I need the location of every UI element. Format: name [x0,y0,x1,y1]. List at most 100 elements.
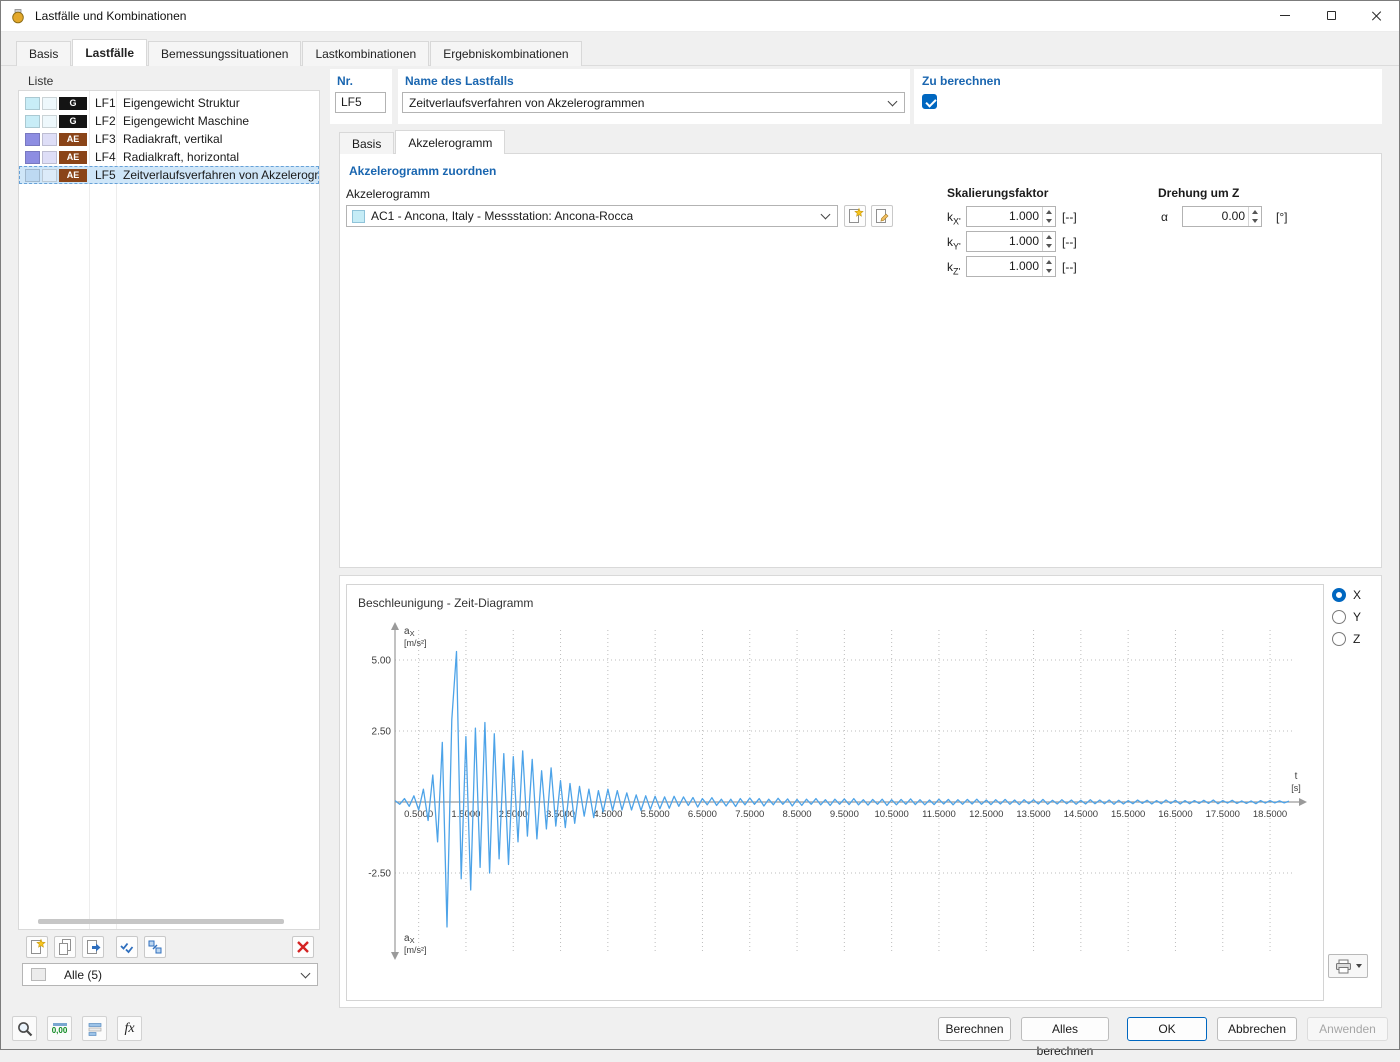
subtab-basis[interactable]: Basis [339,132,394,154]
scaling-title: Skalierungsfaktor [947,186,1048,200]
list-filter-dropdown[interactable]: Alle (5) [22,963,318,986]
new-load-case-button[interactable] [26,936,48,958]
spinner-arrows-icon[interactable] [1248,207,1261,226]
svg-text:aX: aX [404,626,415,638]
alpha-value[interactable]: 0.00 [1183,207,1248,226]
radio-button-icon [1332,632,1346,646]
svg-text:[m/s²]: [m/s²] [404,638,427,648]
category-badge: AE [59,133,87,146]
anwenden-button[interactable]: Anwenden [1307,1017,1388,1041]
color-swatch-icon [25,169,40,182]
renumber-icon [146,938,164,956]
svg-text:15.5000: 15.5000 [1111,809,1145,820]
minimize-button[interactable] [1262,0,1308,32]
nr-card: Nr. LF5 [330,69,392,124]
maximize-button[interactable] [1308,0,1354,32]
alpha-label: α [1161,210,1168,224]
horizontal-scrollbar[interactable] [23,918,315,924]
delete-load-case-button[interactable] [292,936,314,958]
ky-spinner[interactable]: 1.000 [966,231,1056,252]
load-case-id: LF1 [95,96,116,110]
close-button[interactable] [1354,0,1400,32]
new-accelerogram-button[interactable] [844,205,866,227]
list-item-lf2[interactable]: G LF2 Eigengewicht Maschine [19,112,319,130]
name-combo[interactable]: Zeitverlaufsverfahren von Akzelerogramme… [402,92,905,113]
decimal-places-button[interactable]: 0,00 [47,1016,72,1041]
units-settings-button[interactable] [82,1016,107,1041]
alles-berechnen-button[interactable]: Alles berechnen [1021,1017,1109,1041]
radio-axis-y[interactable]: Y [1332,610,1361,624]
chart-panel: Beschleunigung - Zeit-Diagramm 0.50001.5… [339,575,1382,1008]
nr-label: Nr. [337,74,353,88]
maximize-icon [1327,11,1336,20]
list-column-divider [116,91,117,929]
svg-text:5.5000: 5.5000 [641,809,670,820]
tab-basis[interactable]: Basis [16,41,71,66]
insert-icon [84,938,102,956]
color-swatch-icon [25,133,40,146]
svg-text:[m/s²]: [m/s²] [404,945,427,955]
tab-lastkombinationen[interactable]: Lastkombinationen [302,41,429,66]
chart-plot: 0.50001.50002.50003.50004.50005.50006.50… [347,585,1323,1000]
berechnen-button[interactable]: Berechnen [938,1017,1011,1041]
kx-spinner[interactable]: 1.000 [966,206,1056,227]
load-case-id: LF4 [95,150,116,164]
decimal-places-label: 0,00 [52,1027,68,1035]
spinner-arrows-icon[interactable] [1042,257,1055,276]
search-icon [16,1020,34,1038]
spinner-arrows-icon[interactable] [1042,232,1055,251]
category-badge: G [59,97,87,110]
spinner-arrows-icon[interactable] [1042,207,1055,226]
calc-checkbox[interactable] [922,94,937,109]
copy-load-case-button[interactable] [54,936,76,958]
tab-bemessungssituationen[interactable]: Bemessungssituationen [148,41,301,66]
category-badge: G [59,115,87,128]
alpha-unit: [°] [1276,210,1287,224]
renumber-button[interactable] [144,936,166,958]
print-chart-button[interactable] [1328,954,1368,978]
svg-text:7.5000: 7.5000 [735,809,764,820]
ok-button[interactable]: OK [1127,1017,1207,1041]
kx-value[interactable]: 1.000 [967,207,1042,226]
kx-label: kX' [947,210,961,226]
double-check-icon [118,938,136,956]
search-settings-button[interactable] [12,1016,37,1041]
tab-ergebniskombinationen[interactable]: Ergebniskombinationen [430,41,581,66]
nr-field[interactable]: LF5 [335,92,386,113]
radio-button-icon [1332,588,1346,602]
subtab-akzelerogramm[interactable]: Akzelerogramm [395,130,505,154]
list-item-lf4[interactable]: AE LF4 Radialkraft, horizontal [19,148,319,166]
color-swatch-icon [42,133,57,146]
color-swatch-icon [25,115,40,128]
svg-text:6.5000: 6.5000 [688,809,717,820]
calc-label: Zu berechnen [922,74,1001,88]
radio-axis-z[interactable]: Z [1332,632,1360,646]
ky-value[interactable]: 1.000 [967,232,1042,251]
radio-axis-x[interactable]: X [1332,588,1361,602]
new-item-icon [846,207,864,225]
abbrechen-button[interactable]: Abbrechen [1217,1017,1297,1041]
svg-text:3.5000: 3.5000 [546,809,575,820]
titlebar: Lastfälle und Kombinationen [0,0,1400,32]
filter-swatch-icon [31,968,46,981]
svg-text:12.5000: 12.5000 [969,809,1003,820]
alpha-spinner[interactable]: 0.00 [1182,206,1262,227]
list-item-lf5-selected[interactable]: AE LF5 Zeitverlaufsverfahren von Akzeler… [19,166,319,184]
scrollbar-thumb[interactable] [38,919,284,924]
kz-value[interactable]: 1.000 [967,257,1042,276]
app-icon [10,8,26,24]
kz-spinner[interactable]: 1.000 [966,256,1056,277]
list-item-lf3[interactable]: AE LF3 Radiakraft, vertikal [19,130,319,148]
accelerogram-combo[interactable]: AC1 - Ancona, Italy - Messstation: Ancon… [346,205,838,227]
load-case-id: LF5 [95,168,116,182]
tab-lastfaelle[interactable]: Lastfälle [72,39,147,66]
list-item-lf1[interactable]: G LF1 Eigengewicht Struktur [19,94,319,112]
edit-accelerogram-button[interactable] [871,205,893,227]
check-all-button[interactable] [116,936,138,958]
close-icon [1371,10,1383,22]
svg-text:t: t [1295,771,1298,782]
formula-button[interactable]: fx [117,1016,142,1041]
chevron-down-icon [821,210,831,220]
color-swatch-icon [25,151,40,164]
insert-load-case-button[interactable] [82,936,104,958]
